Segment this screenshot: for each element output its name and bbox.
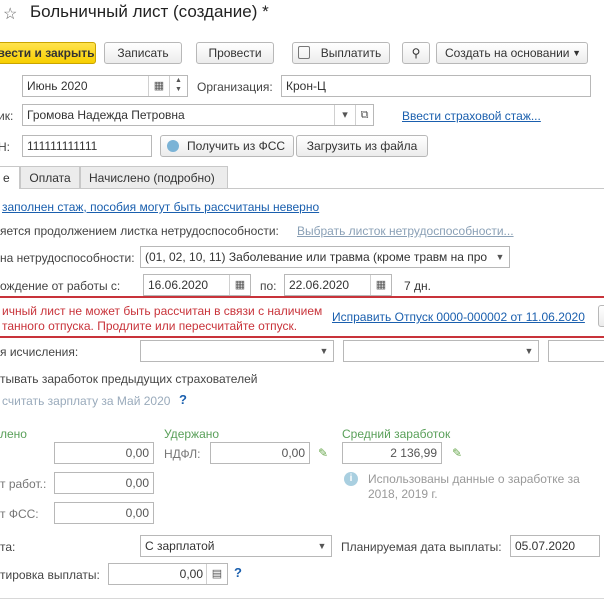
adjust-value: 0,00: [179, 567, 203, 581]
month-field[interactable]: Июнь 2020 ▦ ▲ ▼: [22, 75, 188, 97]
get-from-fss-label: Получить из ФСС: [186, 139, 286, 153]
post-button[interactable]: Провести: [196, 42, 274, 64]
tab-payment[interactable]: Оплата: [20, 166, 80, 188]
edit-pencil-icon[interactable]: ✎: [452, 446, 462, 460]
date-from-value: 16.06.2020: [148, 278, 209, 292]
employee-field[interactable]: Громова Надежда Петровна ▾ ⧉: [22, 104, 374, 126]
attach-button[interactable]: ⚲: [402, 42, 430, 64]
open-icon[interactable]: ⧉: [355, 105, 373, 125]
planned-date-label: Планируемая дата выплаты:: [341, 540, 502, 554]
calc-period-label: я исчисления:: [0, 345, 79, 359]
help-icon[interactable]: ?: [179, 392, 187, 407]
release-from-label: ождение от работы с:: [0, 279, 121, 293]
favorite-star-icon[interactable]: ☆: [3, 4, 17, 24]
earnings-note-line-2: 2018, 2019 г.: [368, 487, 438, 501]
earnings-note-line-1: Использованы данные о заработке за: [368, 472, 580, 486]
calc-extra-field[interactable]: [548, 340, 604, 362]
month-value: Июнь 2020: [27, 79, 88, 93]
bottom-divider: [0, 598, 604, 599]
payment-value: С зарплатой: [145, 539, 215, 553]
ndfl-value: 0,00: [210, 442, 310, 464]
continuation-label: яется продолжением листка нетрудоспособн…: [0, 224, 279, 238]
pay-button[interactable]: Выплатить: [292, 42, 390, 64]
snils-field[interactable]: 111111111111: [22, 135, 152, 157]
create-based-on-button[interactable]: Создать на основании ▼: [436, 42, 588, 64]
avg-earnings-header: Средний заработок: [342, 427, 451, 441]
alert-line-1: ичный лист не может быть рассчитан в свя…: [2, 304, 323, 318]
pay-button-label: Выплатить: [320, 46, 382, 60]
withheld-header: Удержано: [164, 427, 220, 441]
days-count: 7 дн.: [404, 279, 431, 293]
tab-main[interactable]: е: [0, 166, 20, 189]
snils-value: 111111111111: [27, 139, 98, 153]
calc-year2-select[interactable]: ▼: [343, 340, 539, 362]
calendar-icon[interactable]: ▦: [370, 275, 391, 295]
post-and-close-button[interactable]: вести и закрыть: [0, 42, 96, 64]
accrued-header: лено: [0, 427, 27, 441]
insurance-experience-link[interactable]: Ввести страховой стаж...: [402, 109, 541, 123]
reason-select[interactable]: (01, 02, 10, 11) Заболевание или травма …: [140, 246, 510, 268]
organization-label: Организация:: [197, 80, 273, 94]
reason-label: на нетрудоспособности:: [0, 251, 135, 265]
dropdown-icon[interactable]: ▾: [334, 105, 355, 125]
create-based-on-label: Создать на основании: [445, 46, 570, 60]
print-icon: [298, 46, 310, 59]
chevron-down-icon: ▼: [319, 346, 329, 356]
snils-label: Н:: [0, 140, 10, 154]
date-to-field[interactable]: 22.06.2020 ▦: [284, 274, 392, 296]
reason-value: (01, 02, 10, 11) Заболевание или травма …: [145, 250, 488, 264]
date-to-value: 22.06.2020: [289, 278, 350, 292]
spin-icon[interactable]: ▲ ▼: [169, 76, 187, 96]
calc-year1-select[interactable]: ▼: [140, 340, 334, 362]
adjust-label: тировка выплаты:: [0, 568, 100, 582]
ndfl-label: НДФЛ:: [164, 447, 201, 461]
avg-earnings-value: 2 136,99: [342, 442, 442, 464]
calendar-icon[interactable]: ▦: [229, 275, 250, 295]
fss-value: 0,00: [54, 502, 154, 524]
chevron-down-icon: ▼: [317, 541, 327, 551]
recalc-salary-link[interactable]: считать зарплату за Май 2020: [2, 394, 170, 408]
employee-label: ик:: [0, 109, 14, 123]
employee-value: Громова Надежда Петровна: [27, 108, 185, 122]
organization-value: Крон-Ц: [286, 79, 326, 93]
help-icon[interactable]: ?: [234, 565, 242, 580]
calculator-icon[interactable]: ▤: [206, 564, 227, 584]
calendar-icon[interactable]: ▦: [148, 76, 169, 96]
tab-accrued-detail[interactable]: Начислено (подробно): [80, 166, 228, 188]
employer-value: 0,00: [54, 472, 154, 494]
save-button[interactable]: Записать: [104, 42, 182, 64]
accrued-value: 0,00: [54, 442, 154, 464]
paperclip-icon: ⚲: [411, 46, 421, 60]
fss-icon: [167, 140, 179, 152]
prev-insurers-checkbox-label[interactable]: тывать заработок предыдущих страхователе…: [0, 372, 257, 386]
chevron-down-icon: ▼: [524, 346, 534, 356]
payment-select[interactable]: С зарплатой ▼: [140, 535, 332, 557]
date-from-field[interactable]: 16.06.2020 ▦: [143, 274, 251, 296]
alert-line-2: танного отпуска. Продлите или пересчитай…: [2, 319, 298, 333]
window-title: Больничный лист (создание) *: [30, 2, 269, 21]
chevron-down-icon: ▼: [572, 48, 581, 58]
chevron-down-icon: ▼: [495, 252, 505, 262]
fix-vacation-link[interactable]: Исправить Отпуск 0000-000002 от 11.06.20…: [332, 310, 585, 324]
planned-date-field[interactable]: 05.07.2020: [510, 535, 600, 557]
select-sick-leave-link[interactable]: Выбрать листок нетрудоспособности...: [297, 224, 514, 238]
payment-label: та:: [0, 540, 16, 554]
employer-label: т работ.:: [0, 477, 47, 491]
experience-warning-link[interactable]: заполнен стаж, пособия могут быть рассчи…: [2, 200, 319, 214]
get-from-fss-button[interactable]: Получить из ФСС: [160, 135, 294, 157]
release-to-label: по:: [260, 279, 277, 293]
fss-label: т ФСС:: [0, 507, 39, 521]
adjust-field[interactable]: 0,00 ▤: [108, 563, 228, 585]
alert-close-button[interactable]: [598, 305, 604, 327]
load-from-file-button[interactable]: Загрузить из файла: [296, 135, 428, 157]
organization-field[interactable]: Крон-Ц: [281, 75, 591, 97]
info-icon: i: [344, 472, 358, 486]
edit-pencil-icon[interactable]: ✎: [318, 446, 328, 460]
